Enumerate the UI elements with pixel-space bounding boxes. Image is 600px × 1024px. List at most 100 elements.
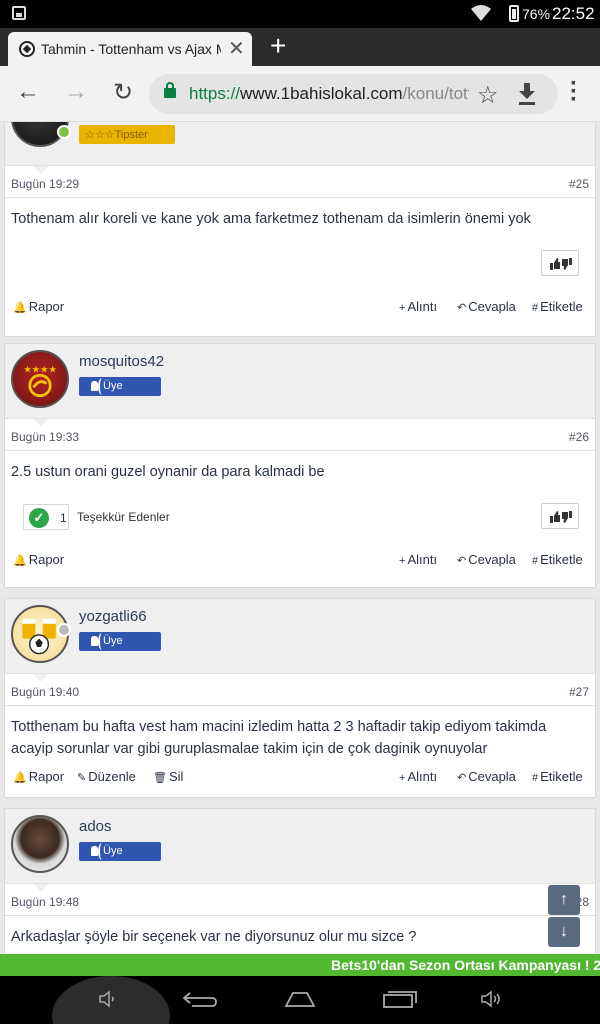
username[interactable]: ados (79, 818, 112, 835)
edit-link[interactable]: ✎ Düzenle (77, 769, 136, 784)
divider (5, 165, 595, 166)
post-date: Bugün 19:29 (11, 177, 80, 191)
post-message: Totthenam bu hafta vest ham macini izled… (11, 719, 547, 757)
divider (5, 418, 595, 419)
bell-icon: 🔔 (13, 302, 27, 314)
delete-link[interactable]: 🗑 Sil (153, 769, 183, 784)
new-tab-button[interactable]: + (270, 30, 286, 62)
promo-marquee[interactable]: Bets10'dan Sezon Ortası Kampanyası ! 2. (0, 954, 600, 976)
post-message: 2.5 ustun orani guzel oynanir da para ka… (11, 464, 325, 480)
recent-apps-icon[interactable] (382, 989, 418, 1009)
address-bar[interactable]: https://www.1bahislokal.com/konu/tottenh… (149, 74, 558, 114)
back-arrow-icon[interactable]: ← (16, 78, 40, 106)
home-nav-icon[interactable] (280, 989, 320, 1009)
avatar[interactable] (11, 815, 69, 873)
download-icon[interactable] (515, 81, 539, 107)
overflow-menu-icon[interactable]: · · · (570, 72, 578, 112)
reply-link[interactable]: ↶ Cevapla (457, 552, 516, 567)
volume-up-icon[interactable] (480, 989, 504, 1009)
post-actions: 🔔 Rapor + Alıntı ↶ Cevapla # Etiketle (13, 299, 591, 317)
bookmark-star-icon[interactable]: ☆ (477, 81, 499, 110)
divider (5, 673, 595, 674)
forum-post: ☆☆☆Tipster Bugün 19:29 #25 Tothenam alır… (4, 122, 596, 337)
divider (5, 705, 595, 706)
battery-icon (509, 5, 519, 22)
close-tab-icon[interactable]: ✕ (228, 36, 245, 61)
status-bar: 76% 22:52 (0, 0, 600, 28)
tag-link[interactable]: # Etiketle (532, 552, 583, 567)
reply-icon: ↶ (457, 555, 467, 567)
volume-down-icon[interactable] (98, 989, 118, 1009)
divider (5, 197, 595, 198)
lock-icon (164, 82, 176, 98)
badge-label: Üye (103, 845, 123, 857)
username[interactable]: yozgatli66 (79, 608, 147, 625)
scroll-to-top-button[interactable]: ↑ (548, 885, 580, 915)
check-icon: ✓ (29, 508, 49, 528)
url-path: /konu/tottenham-vs-ajax (402, 84, 469, 103)
pencil-icon: ✎ (77, 772, 87, 784)
promo-text: Bets10'dan Sezon Ortası Kampanyası ! 2. (331, 957, 600, 973)
offline-status-icon (57, 623, 71, 637)
forum-page: ☆☆☆Tipster Bugün 19:29 #25 Tothenam alır… (0, 122, 600, 954)
post-date: Bugün 19:33 (11, 430, 80, 444)
report-link[interactable]: 🔔 Rapor (13, 769, 64, 784)
post-number-link[interactable]: #27 (569, 685, 589, 699)
battery-percent: 76% (522, 6, 551, 22)
reply-icon: ↶ (457, 772, 467, 784)
quote-link[interactable]: + Alıntı (399, 299, 437, 314)
forum-post: ados Üye Bugün 19:48 #28 Arkadaşlar şöyl… (4, 808, 596, 954)
divider (5, 883, 595, 884)
hash-icon: # (532, 555, 539, 567)
user-icon (91, 381, 98, 391)
reply-link[interactable]: ↶ Cevapla (457, 299, 516, 314)
report-link[interactable]: 🔔 Rapor (13, 552, 64, 567)
wifi-icon (471, 5, 491, 21)
post-date: Bugün 19:48 (11, 895, 80, 909)
thanks-label: Teşekkür Edenler (77, 510, 170, 524)
thanks-box[interactable]: ✓ 1 Teşekkür Edenler (23, 504, 173, 530)
quote-link[interactable]: + Alıntı (399, 769, 437, 784)
badge-label: Üye (103, 635, 123, 647)
android-navigation-bar (0, 976, 600, 1024)
post-number-link[interactable]: #26 (569, 430, 589, 444)
clock: 22:52 (552, 4, 595, 23)
forum-post: ★★★★ mosquitos42 Üye Bugün 19:33 #26 2.5… (4, 343, 596, 588)
browser-tab[interactable]: Tahmin - Tottenham vs Ajax Maç Tahmini ✕ (8, 32, 252, 66)
like-dislike-button[interactable] (541, 250, 579, 276)
forum-post: yozgatli66 Üye Bugün 19:40 #27 Totthenam… (4, 598, 596, 798)
bell-icon: 🔔 (13, 772, 27, 784)
url-text[interactable]: https://www.1bahislokal.com/konu/tottenh… (189, 84, 469, 104)
report-link[interactable]: 🔔 Rapor (13, 299, 64, 314)
gallery-notification-icon (12, 6, 26, 20)
thumbs-icon (550, 511, 572, 523)
reload-icon[interactable]: ↻ (113, 78, 133, 107)
forward-arrow-icon[interactable]: → (64, 78, 88, 106)
user-info: ☆☆☆Tipster (5, 122, 595, 165)
reply-icon: ↶ (457, 302, 467, 314)
quote-link[interactable]: + Alıntı (399, 552, 437, 567)
back-nav-icon[interactable] (182, 989, 218, 1009)
trash-icon: 🗑 (153, 772, 167, 784)
badge-label: Tipster (114, 129, 148, 141)
post-date: Bugün 19:40 (11, 685, 80, 699)
post-actions: 🔔 Rapor + Alıntı ↶ Cevapla # Etiketle (13, 552, 591, 570)
thanks-count: ✓ 1 (23, 504, 69, 530)
plus-icon: + (399, 555, 406, 567)
thumbs-icon (550, 258, 572, 270)
reply-link[interactable]: ↶ Cevapla (457, 769, 516, 784)
user-icon (91, 636, 98, 646)
user-rank-badge: Üye (79, 842, 161, 861)
user-info: yozgatli66 Üye (5, 599, 595, 673)
tag-link[interactable]: # Etiketle (532, 769, 583, 784)
post-actions: 🔔 Rapor ✎ Düzenle 🗑 Sil + Alıntı ↶ Cevapla # E… (13, 769, 591, 787)
divider (5, 450, 595, 451)
browser-toolbar: ← → ↻ https://www.1bahislokal.com/konu/t… (0, 66, 600, 122)
like-dislike-button[interactable] (541, 503, 579, 529)
scroll-to-bottom-button[interactable]: ↓ (548, 917, 580, 947)
avatar[interactable]: ★★★★ (11, 350, 69, 408)
username[interactable]: mosquitos42 (79, 353, 164, 370)
plus-icon: + (399, 302, 406, 314)
post-number-link[interactable]: #25 (569, 177, 589, 191)
tag-link[interactable]: # Etiketle (532, 299, 583, 314)
